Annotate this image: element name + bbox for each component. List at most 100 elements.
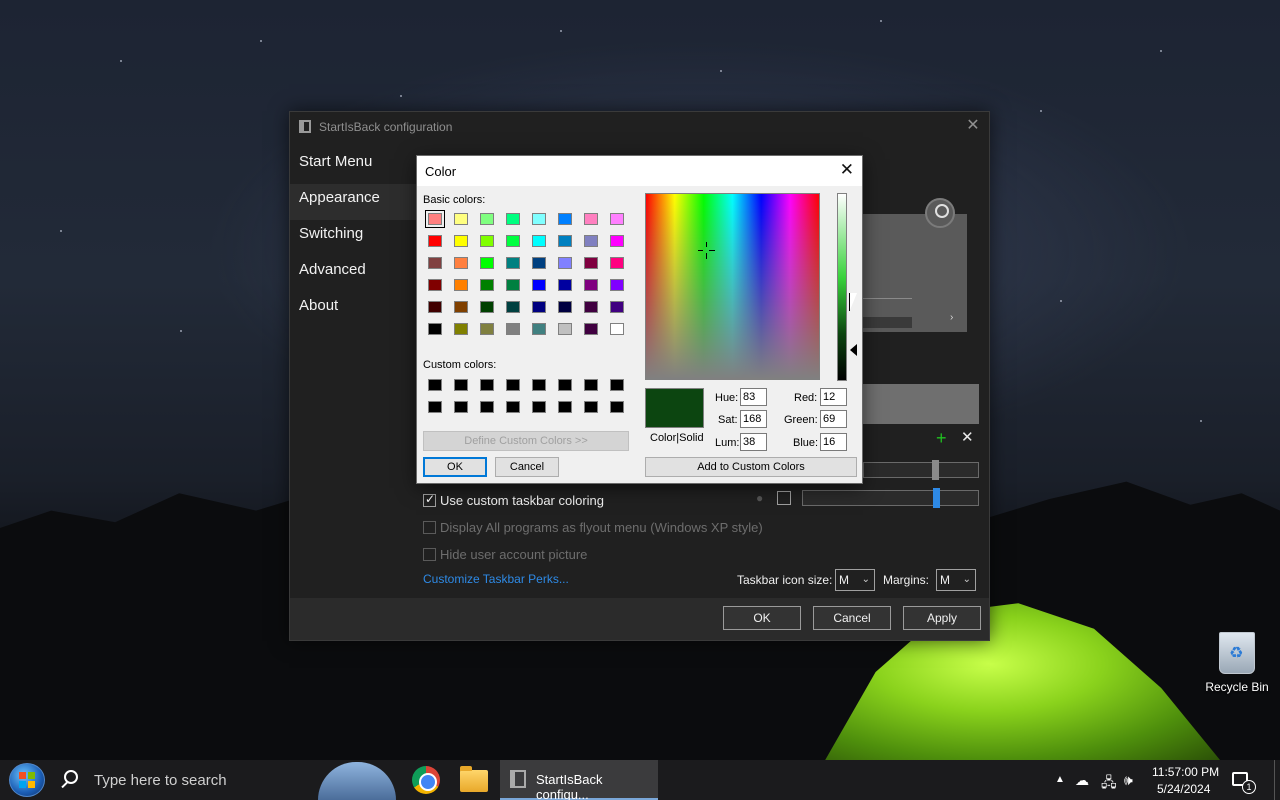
blue-field[interactable]: 16 xyxy=(820,433,847,451)
luminosity-bar[interactable] xyxy=(837,193,847,381)
basic-color-swatch[interactable] xyxy=(454,213,468,225)
basic-color-swatch[interactable] xyxy=(584,213,598,225)
green-field[interactable]: 69 xyxy=(820,410,847,428)
basic-color-swatch[interactable] xyxy=(532,323,546,335)
color-preview-square[interactable] xyxy=(777,491,791,505)
remove-icon[interactable]: ✕ xyxy=(961,430,974,446)
basic-color-swatch[interactable] xyxy=(558,323,572,335)
color-spectrum[interactable] xyxy=(645,193,820,380)
sidebar-item-start-menu[interactable]: Start Menu xyxy=(290,148,420,184)
custom-color-swatch[interactable] xyxy=(532,401,546,413)
network-icon[interactable]: 🖧 xyxy=(1101,772,1117,796)
custom-color-swatch[interactable] xyxy=(558,379,572,391)
cancel-button[interactable]: Cancel xyxy=(495,457,559,477)
onedrive-icon[interactable]: ☁ xyxy=(1075,772,1089,789)
sidebar-item-switching[interactable]: Switching xyxy=(290,220,420,256)
basic-color-swatch[interactable] xyxy=(532,301,546,313)
crosshair-icon[interactable] xyxy=(698,242,715,259)
slider-thumb[interactable] xyxy=(933,488,940,508)
custom-color-swatch[interactable] xyxy=(506,379,520,391)
custom-color-swatch[interactable] xyxy=(610,379,624,391)
basic-color-swatch[interactable] xyxy=(558,213,572,225)
custom-color-swatch[interactable] xyxy=(584,401,598,413)
custom-color-swatch[interactable] xyxy=(454,401,468,413)
basic-color-swatch[interactable] xyxy=(610,235,624,247)
slider-thumb[interactable] xyxy=(932,460,939,480)
sidebar-item-appearance[interactable]: Appearance xyxy=(290,184,420,220)
taskbar-search-input[interactable]: Type here to search xyxy=(94,772,227,789)
custom-taskbar-coloring-option[interactable]: Use custom taskbar coloring xyxy=(423,491,604,509)
basic-color-swatch[interactable] xyxy=(610,257,624,269)
basic-color-swatch[interactable] xyxy=(454,301,468,313)
recycle-bin[interactable]: Recycle Bin xyxy=(1205,632,1269,694)
add-icon[interactable]: + xyxy=(936,429,947,447)
basic-color-swatch[interactable] xyxy=(506,257,520,269)
basic-color-swatch[interactable] xyxy=(480,257,494,269)
taskbar-button-startisback[interactable]: StartIsBack configu... xyxy=(500,760,658,800)
taskbar-color-slider[interactable] xyxy=(802,488,979,508)
basic-color-swatch[interactable] xyxy=(532,235,546,247)
custom-color-swatch[interactable] xyxy=(454,379,468,391)
basic-color-swatch[interactable] xyxy=(584,235,598,247)
sat-field[interactable]: 168 xyxy=(740,410,767,428)
basic-color-swatch[interactable] xyxy=(480,301,494,313)
taskbar-icon-size-select[interactable]: M ⌄ xyxy=(835,569,875,591)
basic-color-swatch[interactable] xyxy=(506,279,520,291)
basic-color-swatch[interactable] xyxy=(454,323,468,335)
chrome-icon[interactable] xyxy=(412,766,440,794)
apply-button[interactable]: Apply xyxy=(903,606,981,630)
custom-color-swatch[interactable] xyxy=(428,401,442,413)
hue-field[interactable]: 83 xyxy=(740,388,767,406)
close-icon[interactable]: ✕ xyxy=(840,161,854,179)
basic-color-swatch[interactable] xyxy=(428,235,442,247)
basic-color-swatch[interactable] xyxy=(532,213,546,225)
custom-color-swatch[interactable] xyxy=(506,401,520,413)
custom-color-swatch[interactable] xyxy=(480,379,494,391)
close-icon[interactable]: ✕ xyxy=(963,116,983,136)
ok-button[interactable]: OK xyxy=(723,606,801,630)
custom-color-swatch[interactable] xyxy=(428,379,442,391)
basic-color-swatch[interactable] xyxy=(428,323,442,335)
cancel-button[interactable]: Cancel xyxy=(813,606,891,630)
volume-icon[interactable]: 🕪 xyxy=(1124,772,1133,789)
basic-color-swatch[interactable] xyxy=(480,279,494,291)
clock-date[interactable]: 5/24/2024 xyxy=(1157,782,1210,796)
bridge-app-icon[interactable] xyxy=(318,762,396,800)
basic-color-swatch[interactable] xyxy=(480,323,494,335)
basic-color-swatch[interactable] xyxy=(532,257,546,269)
basic-color-swatch[interactable] xyxy=(454,257,468,269)
basic-color-swatch[interactable] xyxy=(506,301,520,313)
basic-color-swatch[interactable] xyxy=(558,301,572,313)
ok-button[interactable]: OK xyxy=(423,457,487,477)
custom-color-swatch[interactable] xyxy=(480,401,494,413)
file-explorer-icon[interactable] xyxy=(460,766,488,792)
show-hidden-icons-icon[interactable]: ▲ xyxy=(1055,774,1065,785)
opacity-slider[interactable] xyxy=(863,460,979,480)
basic-color-swatch[interactable] xyxy=(558,257,572,269)
color-dialog-titlebar[interactable]: Color ✕ xyxy=(417,156,862,186)
basic-color-swatch[interactable] xyxy=(584,301,598,313)
luminosity-arrow-icon[interactable] xyxy=(850,344,857,356)
custom-color-swatch[interactable] xyxy=(610,401,624,413)
basic-color-swatch[interactable] xyxy=(428,279,442,291)
window-titlebar[interactable]: StartIsBack configuration ✕ xyxy=(290,112,989,142)
add-to-custom-colors-button[interactable]: Add to Custom Colors xyxy=(645,457,857,477)
basic-color-swatch[interactable] xyxy=(584,257,598,269)
basic-color-swatch[interactable] xyxy=(610,279,624,291)
red-field[interactable]: 12 xyxy=(820,388,847,406)
lum-field[interactable]: 38 xyxy=(740,433,767,451)
show-desktop-button[interactable] xyxy=(1274,760,1275,800)
basic-color-swatch[interactable] xyxy=(532,279,546,291)
basic-color-swatch[interactable] xyxy=(506,323,520,335)
basic-color-swatch[interactable] xyxy=(480,213,494,225)
basic-color-swatch[interactable] xyxy=(425,210,445,228)
basic-color-swatch[interactable] xyxy=(584,323,598,335)
basic-color-swatch[interactable] xyxy=(454,235,468,247)
basic-color-swatch[interactable] xyxy=(558,279,572,291)
basic-color-swatch[interactable] xyxy=(480,235,494,247)
basic-color-swatch[interactable] xyxy=(610,301,624,313)
custom-color-swatch[interactable] xyxy=(532,379,546,391)
search-icon[interactable] xyxy=(64,770,78,784)
custom-color-swatch[interactable] xyxy=(558,401,572,413)
basic-color-swatch[interactable] xyxy=(454,279,468,291)
